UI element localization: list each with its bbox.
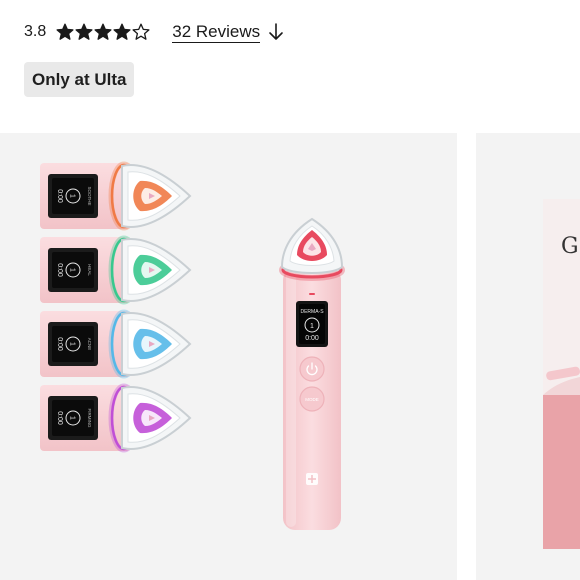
svg-text:1: 1 [69, 416, 76, 420]
star-filled-icon [75, 23, 93, 40]
svg-text:ACNE: ACNE [87, 338, 92, 351]
light-head-device: 0:00 1 SOOTHE [40, 161, 192, 231]
svg-text:HEAL: HEAL [87, 264, 92, 276]
image-gallery[interactable]: 0:00 1 SOOTHE 0:00 1 HEAL 0:00 1 ACNE 0:00 1 FIRMIN… [0, 133, 580, 580]
gallery-slide-main[interactable]: 0:00 1 SOOTHE 0:00 1 HEAL 0:00 1 ACNE 0:00 1 FIRMIN… [0, 133, 457, 580]
svg-text:MODE: MODE [305, 397, 319, 402]
rating-row: 3.8 32 Reviews [24, 18, 284, 46]
next-slide-image [543, 199, 580, 549]
star-filled-icon [56, 23, 74, 40]
rating-value: 3.8 [24, 23, 47, 40]
svg-text:0:00: 0:00 [56, 189, 63, 203]
gallery-slide-next[interactable]: G [476, 133, 580, 580]
reviews-link[interactable]: 32 Reviews [172, 22, 284, 43]
svg-text:1: 1 [69, 342, 76, 346]
svg-text:1: 1 [69, 194, 76, 198]
svg-text:SOOTHE: SOOTHE [87, 186, 92, 205]
light-head-device: 0:00 1 ACNE [40, 309, 192, 379]
star-filled-icon [94, 23, 112, 40]
svg-text:0:00: 0:00 [56, 337, 63, 351]
svg-text:FIRMING: FIRMING [87, 409, 92, 428]
svg-text:1: 1 [69, 268, 76, 272]
exclusive-badge-label: Only at Ulta [32, 69, 127, 89]
svg-text:1: 1 [310, 323, 314, 330]
exclusive-badge: Only at Ulta [24, 62, 135, 97]
svg-text:0:00: 0:00 [56, 263, 63, 277]
star-rating [56, 23, 150, 41]
next-slide-heading-letter: G [561, 234, 579, 259]
star-filled-icon [113, 23, 131, 40]
light-head-device: 0:00 1 FIRMING [40, 383, 192, 453]
arrow-down-icon [269, 23, 283, 40]
svg-text:DERMA-S: DERMA-S [300, 309, 324, 315]
reviews-count-label: 32 Reviews [172, 21, 261, 43]
main-device: DERMA-S 1 0:00 MODE [279, 217, 345, 530]
svg-text:0:00: 0:00 [56, 411, 63, 425]
product-image: 0:00 1 SOOTHE 0:00 1 HEAL 0:00 1 ACNE 0:00 1 FIRMIN… [40, 161, 345, 530]
light-head-device: 0:00 1 HEAL [40, 235, 192, 305]
svg-text:0:00: 0:00 [305, 335, 319, 342]
star-empty-icon [132, 23, 150, 40]
